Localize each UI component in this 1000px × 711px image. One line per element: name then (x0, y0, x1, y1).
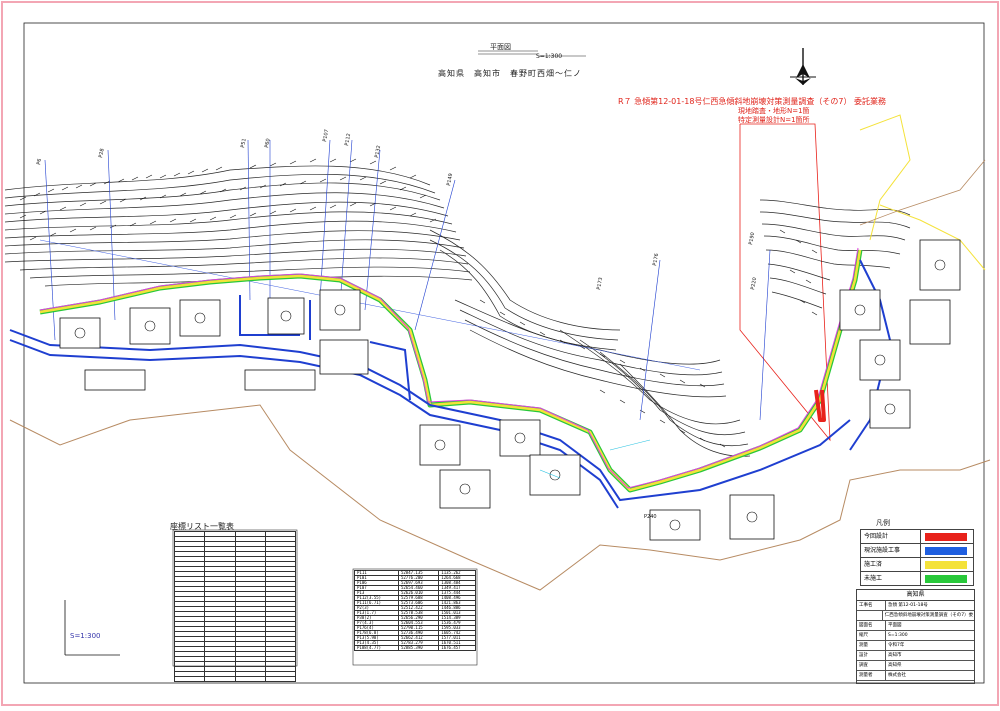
plan-title: 平面図 (490, 43, 511, 51)
legend-item: 今回設計 (861, 530, 973, 544)
coord-cell (234, 676, 266, 682)
drawing-border (23, 22, 985, 684)
legend-label: 今回設計 (861, 530, 921, 543)
svg-text:P176: P176 (652, 253, 660, 266)
info-key: 縮尺 (857, 631, 886, 640)
coord-row: P188(4.77) 52885.390 1676.457 (354, 645, 476, 651)
design-note: 特定測量設計N=1箇所 (738, 116, 810, 124)
legend-item: 施工済 (861, 558, 973, 572)
svg-text:P173: P173 (596, 277, 604, 290)
survey-plan-sheet: P6 P28 P51 P60 P107 P112 P132 P149 P176 … (0, 0, 1000, 707)
legend-swatch (925, 560, 967, 569)
info-value: S=1:300 (888, 633, 908, 638)
coord-cell (204, 676, 236, 682)
svg-text:P28: P28 (98, 148, 106, 158)
svg-text:P240: P240 (644, 514, 657, 520)
legend-title: 凡例 (876, 519, 890, 527)
coord-cell (264, 676, 297, 682)
coord-table-secondary: P111 52847.135 1135.262 P101 52776.200 1264.6… (354, 570, 476, 651)
info-row: 測量者 株式会社 (857, 671, 974, 681)
legend-swatch (925, 532, 967, 541)
info-value: 高知県 (888, 663, 902, 668)
svg-text:P107: P107 (322, 129, 330, 142)
legend: 今回設計 現況施設工事 施工済 未施工 (860, 529, 974, 586)
legend-label: 現況施設工事 (861, 544, 921, 557)
svg-text:P149: P149 (446, 173, 454, 186)
coord-cell: 1676.457 (438, 645, 476, 651)
svg-text:P6: P6 (36, 158, 43, 165)
info-value: 高知市 (888, 653, 902, 658)
info-row: 図面名 平面図 (857, 621, 974, 631)
info-row: 調査 高知県 (857, 661, 974, 671)
legend-label: 施工済 (861, 558, 921, 571)
info-key (857, 611, 883, 620)
info-value: 平面図 (888, 623, 902, 628)
info-row: 工事名 急傾 第12-01-18号 (857, 601, 974, 611)
info-key: 測量者 (857, 671, 886, 680)
svg-text:P112: P112 (344, 133, 352, 146)
outer-frame (1, 1, 999, 706)
info-key: 設計 (857, 651, 886, 660)
svg-text:P51: P51 (240, 138, 248, 148)
scale-bar (64, 600, 120, 656)
info-row: 測量 令和7年 (857, 641, 974, 651)
plan-location: 高知県 高知市 春野町西畑〜仁ノ (438, 69, 582, 78)
plan-scale: S=1:300 (536, 53, 563, 60)
coord-cell: P188(4.77) (354, 645, 399, 651)
info-value: 仁西急傾斜地崩壊対策測量調査（その7）委託業務 (884, 613, 974, 618)
north-arrow-icon (790, 48, 816, 85)
legend-label: 未施工 (861, 572, 921, 585)
info-key: 工事名 (857, 601, 886, 610)
drawing-info-box: 高知県 工事名 急傾 第12-01-18号 仁西急傾斜地崩壊対策測量調査（その7）… (856, 589, 975, 684)
info-value: 令和7年 (888, 643, 905, 648)
coord-cell (173, 676, 206, 682)
info-row: 仁西急傾斜地崩壊対策測量調査（その7）委託業務 (857, 611, 974, 621)
info-value: 急傾 第12-01-18号 (888, 603, 928, 608)
coord-cell: 52885.390 (397, 645, 440, 651)
info-key: 調査 (857, 661, 886, 670)
svg-text:P132: P132 (374, 145, 382, 158)
slope-hatching (19, 158, 818, 448)
legend-swatch (925, 546, 967, 555)
info-value: 株式会社 (888, 673, 906, 678)
scale-bar-label: S=1:300 (70, 632, 101, 640)
info-row: 縮尺 S=1:300 (857, 631, 974, 641)
coord-list-table (173, 531, 297, 682)
svg-text:P220: P220 (750, 277, 758, 290)
legend-swatch (925, 574, 967, 583)
info-box-title: 高知県 (857, 590, 974, 601)
info-key: 図面名 (857, 621, 886, 630)
legend-item: 現況施設工事 (861, 544, 973, 558)
legend-item: 未施工 (861, 572, 973, 585)
info-row: 設計 高知市 (857, 651, 974, 661)
svg-text:P60: P60 (264, 138, 272, 148)
info-key: 測量 (857, 641, 886, 650)
svg-text:P190: P190 (748, 232, 756, 245)
section-lines (39, 139, 771, 421)
coord-row (173, 676, 297, 682)
